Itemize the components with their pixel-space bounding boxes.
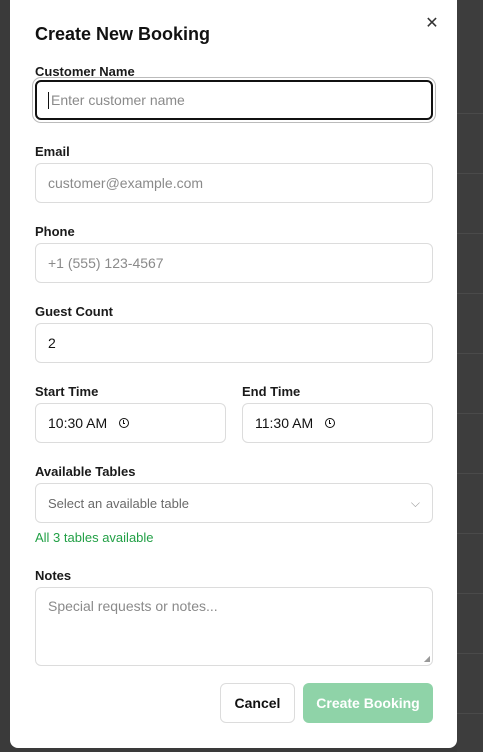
available-tables-label: Available Tables <box>35 464 136 479</box>
end-time-input[interactable]: 11:30 AM <box>242 403 433 443</box>
clock-icon[interactable] <box>119 418 130 428</box>
start-time-value: 10:30 AM <box>48 415 108 431</box>
phone-input[interactable]: +1 (555) 123-4567 <box>35 243 433 283</box>
clock-icon[interactable] <box>325 418 336 428</box>
dialog-title: Create New Booking <box>35 24 211 44</box>
create-booking-button[interactable]: Create Booking <box>303 683 433 723</box>
phone-label: Phone <box>35 224 75 239</box>
backdrop <box>457 0 483 752</box>
table-select-placeholder: Select an available table <box>48 495 189 511</box>
guest-count-label: Guest Count <box>35 304 113 319</box>
cancel-button[interactable]: Cancel <box>220 683 295 723</box>
customer-name-input[interactable]: Enter customer name <box>35 80 433 120</box>
guest-count-value: 2 <box>48 335 56 351</box>
close-icon[interactable]: ✕ <box>423 14 441 32</box>
email-label: Email <box>35 144 70 159</box>
text-caret <box>48 91 49 109</box>
table-select[interactable]: Select an available table ⌵ <box>35 483 433 523</box>
email-input[interactable]: customer@example.com <box>35 163 433 203</box>
guest-count-input[interactable]: 2 <box>35 323 433 363</box>
notes-placeholder: Special requests or notes... <box>48 598 218 614</box>
phone-placeholder: +1 (555) 123-4567 <box>48 255 164 271</box>
table-availability-status: All 3 tables available <box>35 530 154 545</box>
create-booking-dialog: ✕ Create New Booking Customer Name Enter… <box>10 0 457 748</box>
customer-name-label: Customer Name <box>35 64 135 79</box>
notes-textarea[interactable]: Special requests or notes... ◢ <box>35 587 433 666</box>
email-placeholder: customer@example.com <box>48 175 204 191</box>
end-time-value: 11:30 AM <box>255 415 314 431</box>
start-time-label: Start Time <box>35 384 99 399</box>
chevron-down-icon: ⌵ <box>410 495 420 510</box>
start-time-input[interactable]: 10:30 AM <box>35 403 226 443</box>
end-time-label: End Time <box>242 384 301 399</box>
notes-label: Notes <box>35 568 72 583</box>
customer-name-placeholder: Enter customer name <box>51 92 185 108</box>
resize-handle-icon[interactable]: ◢ <box>424 655 430 663</box>
